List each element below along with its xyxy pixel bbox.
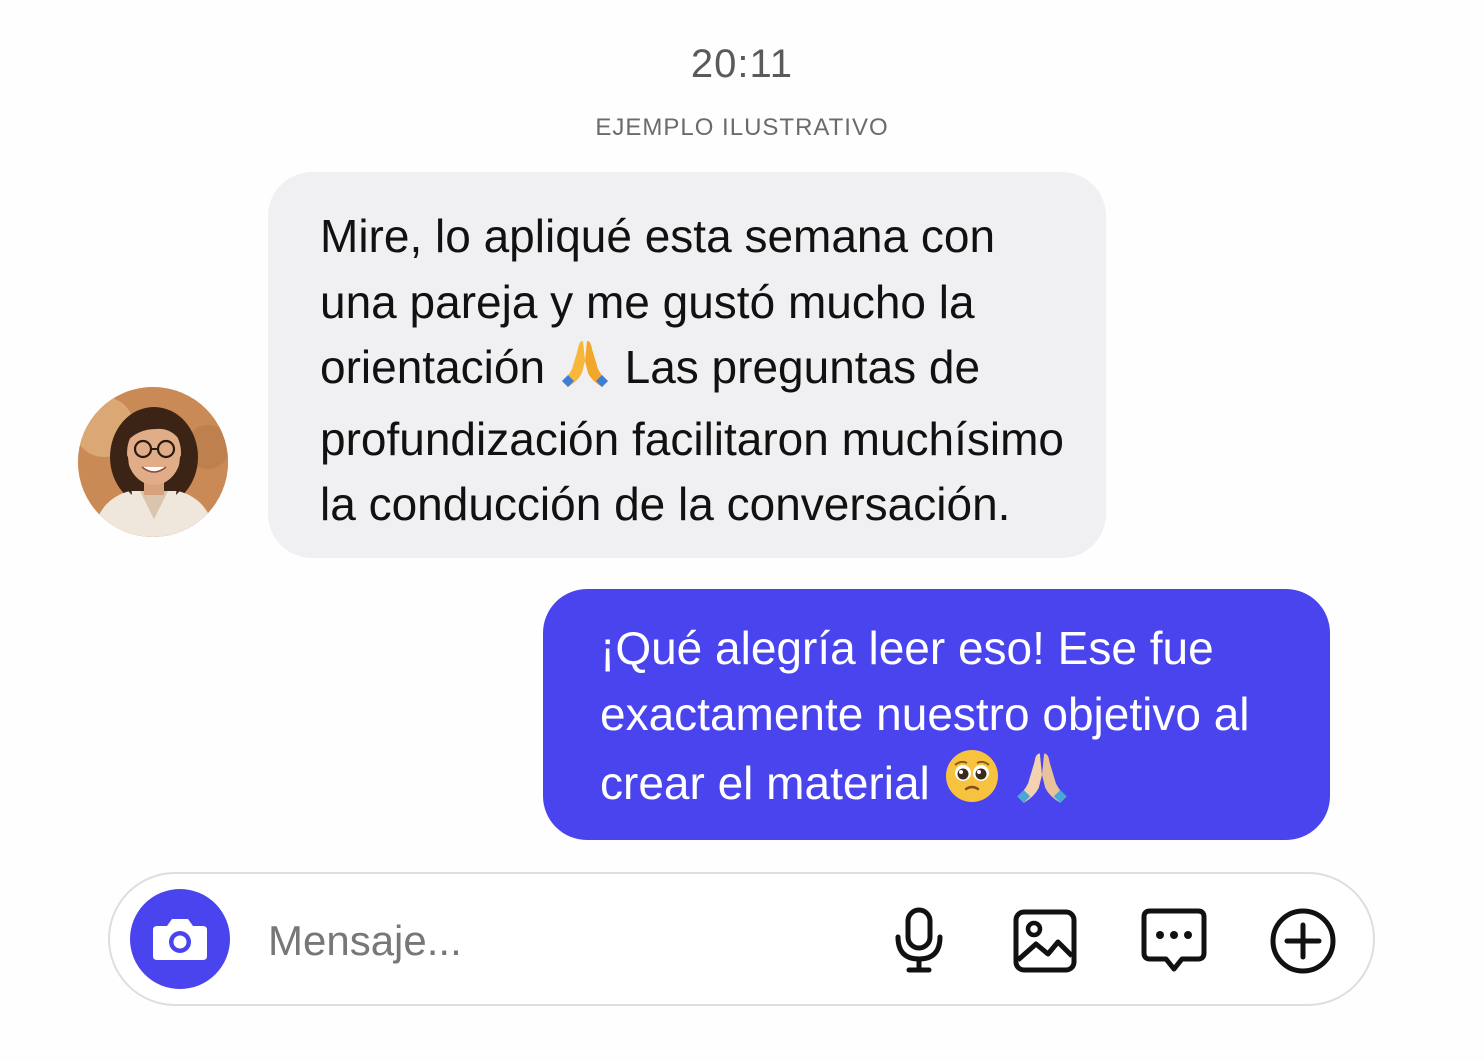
incoming-line: la conducción de la conversación.: [320, 478, 1011, 530]
microphone-button[interactable]: [883, 905, 955, 977]
incoming-line: profundización facilitaron muchísimo: [320, 412, 1065, 465]
sticker-chat-icon: [1141, 908, 1207, 972]
message-timestamp: 20:11: [690, 42, 794, 86]
folded-hands-icon: [1013, 747, 1071, 823]
camera-button[interactable]: [130, 889, 230, 989]
pleading-face-icon: [943, 747, 1001, 823]
folded-hands-icon: [558, 335, 612, 407]
incoming-line: Mire, lo apliqué esta semana con: [320, 210, 996, 262]
outgoing-message-bubble[interactable]: ¡Qué alegría leer eso! Ese fue exactamen…: [543, 589, 1330, 840]
outgoing-line: crear el material: [600, 747, 1290, 823]
camera-icon: [153, 919, 207, 960]
add-button[interactable]: [1267, 905, 1339, 977]
outgoing-message-text: ¡Qué alegría leer eso! Ese fue exactamen…: [600, 616, 1290, 823]
message-input[interactable]: [266, 908, 830, 974]
outgoing-line-part: crear el material: [600, 757, 930, 809]
illustrative-example-label: EJEMPLO ILUSTRATIVO: [595, 114, 889, 141]
message-composer: [108, 872, 1375, 1006]
sticker-chat-button[interactable]: [1138, 905, 1210, 977]
chat-screen: 20:11 EJEMPLO ILUSTRATIVO Mire, lo apliq…: [0, 0, 1484, 1060]
plus-circle-icon: [1270, 908, 1336, 974]
sender-avatar[interactable]: [78, 387, 228, 537]
incoming-line: orientación Las preguntas de: [320, 335, 1066, 407]
avatar-portrait-icon: [78, 387, 228, 537]
incoming-message-bubble[interactable]: Mire, lo apliqué esta semana con una par…: [268, 172, 1106, 558]
gallery-icon: [1013, 909, 1077, 973]
incoming-message-text: Mire, lo apliqué esta semana con una par…: [320, 204, 1066, 538]
gallery-button[interactable]: [1009, 905, 1081, 977]
outgoing-line: ¡Qué alegría leer eso! Ese fue: [600, 622, 1214, 674]
outgoing-line: exactamente nuestro objetivo al: [600, 687, 1250, 740]
microphone-icon: [895, 907, 943, 973]
incoming-line: una pareja y me gustó mucho la: [320, 275, 975, 328]
incoming-line-part: orientación: [320, 341, 546, 393]
incoming-line-part: Las preguntas de: [624, 341, 981, 393]
